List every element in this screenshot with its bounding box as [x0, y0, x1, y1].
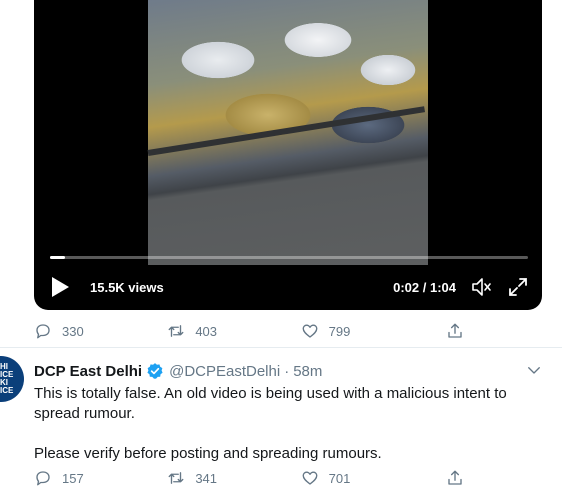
tweet-header: DCP East Delhi @DCPEastDelhi · 58m: [34, 361, 532, 381]
verified-icon: [146, 362, 164, 380]
retweet-icon: [168, 472, 184, 484]
volume-icon[interactable]: [470, 275, 494, 299]
play-icon[interactable]: [50, 276, 70, 298]
tweet-actions: 330 403 799: [34, 320, 464, 342]
like-count: 701: [328, 470, 351, 486]
reply-icon: [36, 471, 50, 486]
tweet-text: This is totally false. An old video is b…: [34, 384, 534, 464]
author-handle[interactable]: @DCPEastDelhi: [169, 363, 280, 380]
share-button[interactable]: [434, 322, 464, 340]
reply-icon: [36, 324, 50, 339]
video-progress-fill: [50, 256, 66, 259]
like-icon: [302, 471, 318, 485]
separator-dot: ·: [284, 362, 290, 380]
reply-count: 330: [62, 323, 84, 339]
like-icon: [302, 324, 318, 338]
video-player[interactable]: 15.5K views 0:02 / 1:04: [34, 0, 542, 310]
tweet-divider: [0, 347, 562, 348]
chevron-down-icon[interactable]: [525, 361, 543, 379]
like-button[interactable]: 799: [301, 322, 351, 340]
tweet-actions: 157 341 701: [34, 467, 464, 489]
retweet-button[interactable]: 403: [167, 322, 217, 340]
retweet-count: 403: [195, 323, 218, 339]
video-frame[interactable]: [148, 0, 428, 265]
retweet-count: 341: [195, 470, 218, 486]
share-button[interactable]: [434, 469, 464, 487]
video-view-count: 15.5K views: [90, 279, 164, 295]
retweet-button[interactable]: 341: [167, 469, 217, 487]
video-progress-bar[interactable]: [50, 256, 528, 259]
avatar[interactable]: HI ICE KI ICE: [0, 356, 24, 402]
author-name[interactable]: DCP East Delhi: [34, 363, 142, 380]
video-controls: 15.5K views 0:02 / 1:04: [50, 272, 530, 302]
like-count: 799: [328, 323, 351, 339]
reply-button[interactable]: 330: [34, 322, 84, 340]
avatar-text-line: ICE: [0, 386, 14, 395]
share-icon: [448, 470, 462, 485]
reply-button[interactable]: 157: [34, 469, 84, 487]
tweet-timestamp[interactable]: 58m: [293, 363, 322, 380]
like-button[interactable]: 701: [301, 469, 351, 487]
reply-count: 157: [62, 470, 84, 486]
share-icon: [448, 323, 462, 338]
tweet-text-paragraph: Please verify before posting and spreadi…: [34, 445, 382, 462]
tweet-text-paragraph: This is totally false. An old video is b…: [34, 385, 507, 422]
fullscreen-icon[interactable]: [506, 275, 530, 299]
retweet-icon: [168, 325, 184, 337]
video-time: 0:02 / 1:04: [393, 279, 456, 295]
